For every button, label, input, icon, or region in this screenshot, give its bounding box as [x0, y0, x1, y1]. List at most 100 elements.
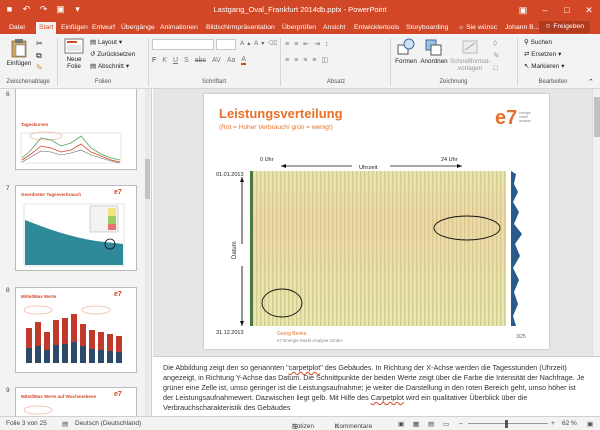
minimize-icon[interactable]: – [534, 0, 556, 20]
tab-review[interactable]: Überprüfen [279, 22, 319, 34]
group-clipboard-label: Zwischenablage [6, 79, 50, 85]
tab-insert[interactable]: Einfügen [58, 22, 91, 34]
font-size-field[interactable] [216, 39, 236, 50]
carpet-plot[interactable]: 0 Uhr Uhrzeit 24 Uhr 01.01.2013 Datum 31… [204, 94, 549, 349]
user-name[interactable]: Johann B... [502, 22, 542, 34]
decrease-indent-icon[interactable]: ⇤ [303, 40, 309, 48]
current-slide[interactable]: Leistungsverteilung (Rot = Hoher Verbrau… [204, 94, 549, 349]
find-button[interactable]: ⚲ Suchen [524, 39, 552, 46]
notes-pane[interactable]: Die Abbildung zeigt den so genannten "ca… [153, 356, 600, 416]
tell-me-box[interactable]: ☼ Sie wünsc [455, 22, 500, 34]
close-icon[interactable]: ✕ [578, 0, 600, 20]
chevron-down-icon: ▾ [558, 51, 562, 58]
normal-view-icon[interactable]: ▣ [398, 420, 404, 428]
layout-icon: ▤ [90, 39, 96, 46]
slide-thumbnail-8[interactable]: Mittel/Max Werte e7 [15, 287, 137, 373]
align-right-icon[interactable]: ≡ [303, 57, 307, 64]
section-button[interactable]: ▤ Abschnitt ▾ [90, 63, 129, 70]
effects-icon: □ [493, 63, 498, 72]
tab-developer[interactable]: Entwicklertools [351, 22, 402, 34]
align-center-icon[interactable]: ≡ [294, 57, 298, 64]
svg-text:e7: e7 [114, 189, 122, 196]
arrange-icon [425, 39, 442, 56]
slide-scrollbar[interactable] [592, 89, 600, 356]
slide-sorter-icon[interactable]: ▦ [413, 420, 419, 428]
select-button[interactable]: ↖ Markieren ▾ [524, 63, 564, 70]
tab-view[interactable]: Ansicht [320, 22, 348, 34]
font-grow-button[interactable]: A ▲ [240, 40, 251, 47]
underline-button[interactable]: U [173, 57, 178, 64]
notes-text[interactable]: Die Abbildung zeigt den so genannten "ca… [163, 363, 588, 413]
shadow-button[interactable]: S [184, 57, 189, 64]
spellcheck-icon[interactable]: ▤ [62, 420, 68, 428]
svg-text:e7: e7 [114, 291, 122, 298]
fit-slide-icon[interactable]: ▣ [587, 420, 593, 428]
collapse-ribbon-icon[interactable]: ⌃ [588, 78, 594, 86]
zoom-out-icon[interactable]: – [459, 420, 463, 427]
new-slide-button[interactable]: Neue Folie [61, 38, 87, 70]
slide-thumbnail-6[interactable]: Tageskurven [15, 89, 137, 170]
time-start-label: 0 Uhr [260, 157, 274, 163]
align-left-icon[interactable]: ≡ [285, 57, 289, 64]
reading-view-icon[interactable]: ▤ [428, 420, 434, 428]
zoom-level[interactable]: 62 % [562, 420, 577, 427]
thumbnail-chart: e7 [23, 391, 122, 415]
clear-format-button[interactable]: ⌫ [268, 40, 277, 47]
thumbnail-chart: e7 [23, 291, 122, 363]
zoom-in-icon[interactable]: + [551, 420, 555, 427]
paragraph-row-1: ≡ ≡ ⇤ ⇥ ↕ [285, 40, 329, 49]
copy-button[interactable]: ⧉ [36, 51, 42, 61]
tab-storyboarding[interactable]: Storyboarding [403, 22, 451, 34]
tab-animations[interactable]: Animationen [157, 22, 201, 34]
layout-button[interactable]: ▤ Layout ▾ [90, 39, 122, 46]
tab-start[interactable]: Start [36, 22, 57, 34]
tab-design[interactable]: Entwurf [89, 22, 118, 34]
chevron-down-icon: ▾ [118, 39, 123, 46]
window-title: Lastgang_Oval_Frankfurt 2014db.pptx - Po… [213, 5, 387, 14]
language-indicator[interactable]: Deutsch (Deutschland) [75, 420, 141, 427]
reset-button[interactable]: ↺ Zurücksetzen [90, 51, 135, 58]
slide-editor: Leistungsverteilung (Rot = Hoher Verbrau… [153, 89, 600, 356]
bullets-icon[interactable]: ≡ [285, 41, 289, 48]
cut-button[interactable]: ✂ [36, 39, 43, 48]
maximize-icon[interactable]: □ [556, 0, 578, 20]
ribbon-display-icon[interactable]: ▣ [512, 0, 534, 20]
effects-button[interactable]: □ [493, 63, 498, 72]
shapes-button[interactable]: Formen [393, 38, 419, 65]
zoom-slider-thumb[interactable] [505, 420, 508, 428]
font-shrink-button[interactable]: A ▼ [254, 40, 265, 47]
font-color-button[interactable]: A [241, 56, 247, 65]
replace-button[interactable]: ⇄ Ersetzen ▾ [524, 51, 561, 58]
columns-icon[interactable]: ◫ [321, 56, 328, 64]
font-format-row: F K U S abc AV Aa A [152, 56, 247, 65]
outline-button[interactable]: ✎ [493, 51, 500, 60]
format-painter-button[interactable]: ✎ [36, 63, 43, 72]
bold-button[interactable]: F [152, 57, 156, 64]
slideshow-icon[interactable]: ▭ [443, 420, 449, 428]
italic-button[interactable]: K [162, 57, 167, 64]
slide-thumbnail-7[interactable]: Geordneter Tagesverbrauch e7 [15, 185, 137, 271]
slide-thumbnail-9[interactable]: Mittel/Max Werte auf Wochenebene e7 [15, 387, 137, 416]
share-button[interactable]: ☺ Freigeben [538, 21, 590, 33]
arrange-button[interactable]: Anordnen [420, 38, 448, 65]
status-bar: Folie 3 von 25 ▤ Deutsch (Deutschland) ☰… [0, 416, 600, 430]
paste-button[interactable]: Einfügen [5, 38, 33, 67]
quick-styles-button[interactable]: Schnellformat- vorlagen [450, 38, 491, 72]
tab-slideshow[interactable]: Bildschirmpräsentation [203, 22, 278, 34]
zoom-slider[interactable] [468, 423, 548, 424]
case-button[interactable]: Aa [227, 57, 236, 64]
fill-button[interactable]: ◊ [493, 39, 497, 48]
tab-transitions[interactable]: Übergänge [118, 22, 158, 34]
justify-icon[interactable]: ≡ [312, 57, 316, 64]
group-drawing-label: Zeichnung [439, 79, 468, 85]
tab-file[interactable]: Datei [6, 22, 28, 34]
numbering-icon[interactable]: ≡ [294, 41, 298, 48]
scissors-icon: ✂ [36, 39, 43, 48]
thumbnail-scrollbar[interactable] [145, 89, 150, 416]
group-slides-label: Folien [94, 79, 112, 85]
line-spacing-icon[interactable]: ↕ [325, 41, 329, 48]
increase-indent-icon[interactable]: ⇥ [314, 40, 320, 48]
char-spacing-button[interactable]: AV [212, 57, 221, 64]
font-name-field[interactable] [152, 39, 214, 50]
strikethrough-button[interactable]: abc [195, 57, 206, 64]
